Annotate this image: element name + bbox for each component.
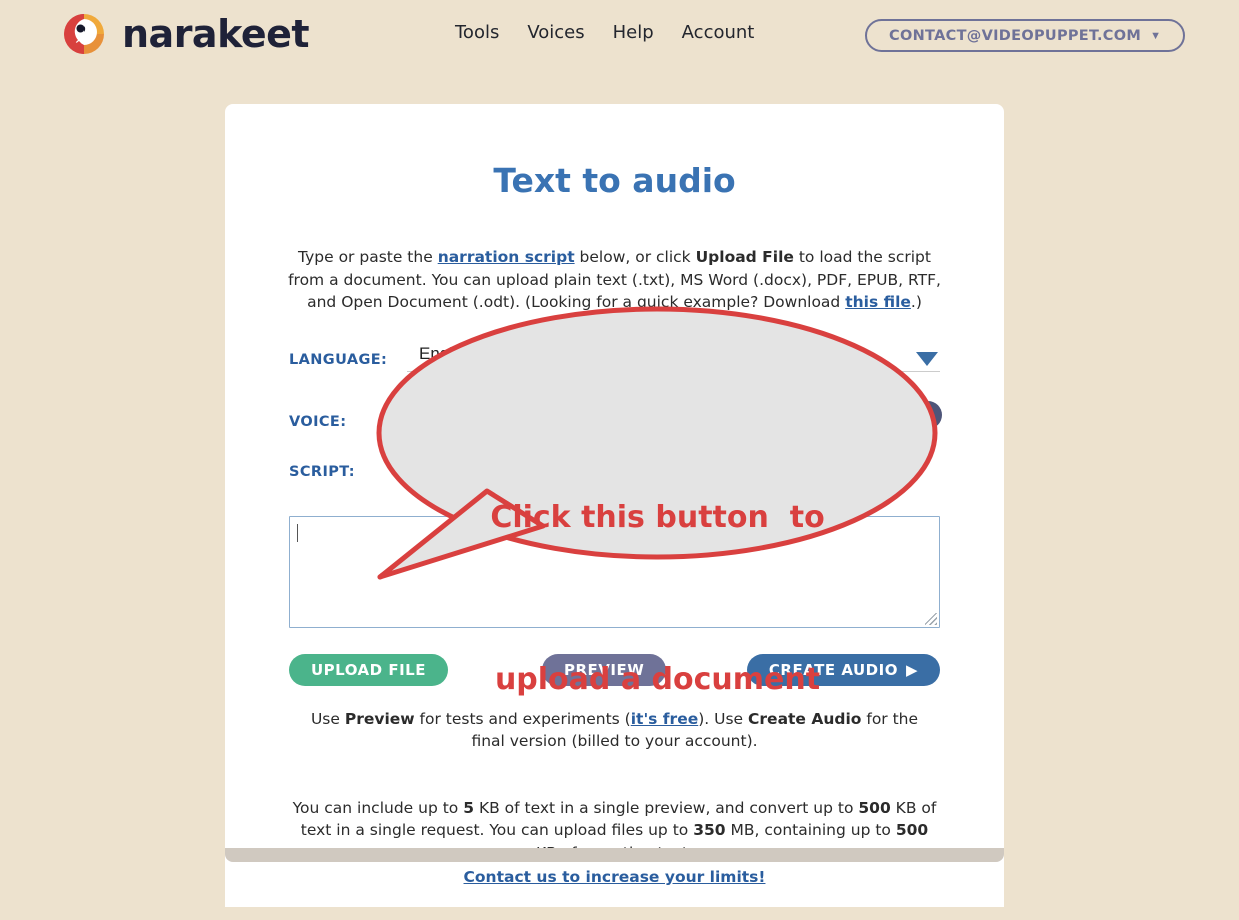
account-email-label: CONTACT@VIDEOPUPPET.COM — [889, 27, 1142, 44]
add-voice-button[interactable]: + — [914, 400, 942, 429]
text-cursor — [297, 523, 298, 542]
language-label: LANGUAGE: — [289, 351, 388, 368]
limits-n4: 500 — [895, 821, 929, 839]
voice-value: Ch — [419, 413, 441, 433]
main-nav: Tools Voices Help Account — [455, 22, 754, 43]
script-label: SCRIPT: — [289, 463, 355, 480]
chevron-down-icon[interactable] — [916, 351, 938, 366]
create-audio-button[interactable]: CREATE AUDIO ▶ — [746, 653, 940, 686]
script-input[interactable] — [289, 515, 940, 628]
limits-a: You can include up to — [292, 798, 464, 817]
narration-script-link[interactable]: narration script — [438, 248, 575, 266]
intro-line1-b: below, or click — [574, 248, 696, 266]
intro-line3-a: (Looking for a quick example? Download — [525, 293, 846, 311]
nav-item-tools[interactable]: Tools — [455, 22, 499, 43]
logo-text: narakeet — [122, 12, 310, 56]
nav-item-help[interactable]: Help — [613, 22, 654, 43]
limits-n2: 500 — [858, 798, 891, 817]
main-card: Text to audio Type or paste the narratio… — [225, 104, 1004, 907]
play-icon: ▶ — [905, 660, 918, 679]
page-title: Text to audio — [493, 161, 736, 200]
voice-select[interactable]: Ch + — [407, 400, 942, 434]
action-buttons: UPLOAD FILE PREVIEW CREATE AUDIO ▶ — [289, 653, 940, 686]
language-value: English - British — [419, 343, 538, 363]
limits-d: MB, containing up to — [725, 821, 896, 839]
voice-row: VOICE: Ch + — [289, 394, 942, 434]
logo[interactable]: narakeet — [60, 10, 310, 58]
language-row: LANGUAGE: English - British — [289, 332, 940, 372]
note-a: Use — [310, 709, 345, 728]
its-free-link[interactable]: it's free — [631, 710, 699, 728]
note-create-audio-bold: Create Audio — [748, 709, 862, 728]
preview-button[interactable]: PREVIEW — [542, 653, 667, 686]
resize-handle[interactable] — [925, 612, 937, 625]
note-c: for tests and experiments ( — [414, 709, 631, 728]
nav-item-voices[interactable]: Voices — [527, 22, 584, 43]
limits-n3: 350 — [693, 821, 726, 839]
card-bottom-bar — [225, 848, 1004, 862]
audio-form: LANGUAGE: English - British VOICE: Ch + … — [289, 332, 942, 628]
preview-note: Use Preview for tests and experiments (i… — [301, 708, 928, 753]
this-file-link[interactable]: this file — [845, 293, 911, 311]
voice-label: VOICE: — [289, 413, 347, 430]
site-header: narakeet Tools Voices Help Account CONTA… — [0, 0, 1239, 68]
intro-text: Type or paste the narration script below… — [280, 246, 949, 314]
limits-n1: 5 — [463, 798, 475, 817]
nav-item-account[interactable]: Account — [682, 22, 755, 43]
chevron-down-icon: ▼ — [1150, 29, 1161, 42]
language-select[interactable]: English - British — [407, 344, 940, 372]
parrot-logo-icon — [60, 10, 108, 58]
limits-text: You can include up to 5 KB of text in a … — [289, 797, 940, 889]
note-preview-bold: Preview — [344, 709, 415, 728]
intro-line1-a: Type or paste the — [298, 248, 438, 266]
intro-line3-b: .) — [910, 293, 922, 311]
upload-file-button[interactable]: UPLOAD FILE — [289, 653, 448, 686]
note-d: ). Use — [698, 709, 749, 728]
limits-b: KB of text in a single preview, and conv… — [474, 798, 859, 817]
account-email-dropdown[interactable]: CONTACT@VIDEOPUPPET.COM ▼ — [865, 19, 1185, 52]
intro-upload-file-bold: Upload File — [695, 248, 794, 266]
create-audio-label: CREATE AUDIO — [768, 660, 898, 679]
contact-limits-link[interactable]: Contact us to increase your limits! — [289, 866, 940, 889]
script-row: SCRIPT: — [289, 462, 940, 502]
